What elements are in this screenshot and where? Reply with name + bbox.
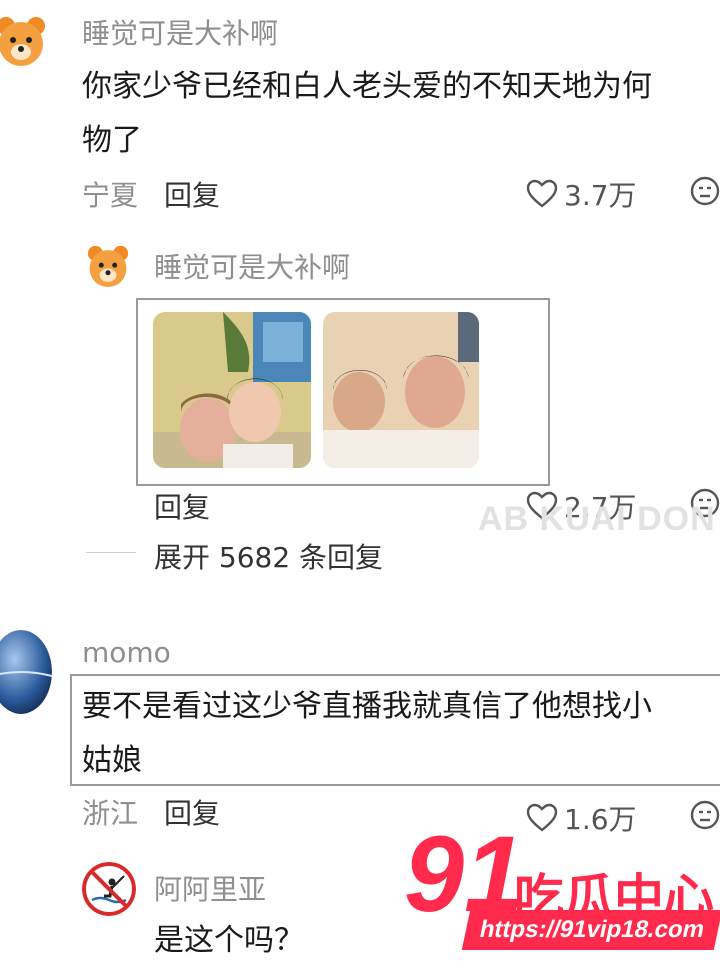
dislike-icon[interactable]: [690, 800, 720, 830]
watermark: AB KUAI DON: [478, 500, 716, 538]
no-fishing-icon: [82, 862, 136, 916]
like-button[interactable]: 3.7万: [526, 174, 637, 214]
planet-icon: [0, 630, 52, 714]
photo-thumbnail[interactable]: [323, 312, 479, 468]
comment-text-line: 物了: [82, 123, 142, 158]
comment-location: 宁夏: [82, 179, 139, 212]
comment-text-line: 你家少爷已经和白人老头爱的不知天地为何: [82, 69, 652, 104]
expand-divider: [86, 552, 136, 553]
reply-button[interactable]: 回复: [164, 174, 220, 214]
comment-avatar[interactable]: [0, 10, 52, 72]
reply-avatar[interactable]: [82, 862, 136, 916]
expand-replies-button[interactable]: 展开 5682 条回复: [154, 536, 383, 576]
comment-username[interactable]: 睡觉可是大补啊: [82, 12, 278, 52]
comment-text-line: 要不是看过这少爷直播我就真信了他想找小: [82, 689, 652, 724]
bear-icon: [0, 17, 45, 66]
comment-location: 浙江: [82, 797, 139, 830]
heart-icon: [526, 179, 558, 208]
like-button[interactable]: 1.6万: [526, 798, 637, 838]
bear-icon: [87, 245, 129, 287]
reply-avatar[interactable]: [82, 240, 134, 292]
comment-username[interactable]: momo: [82, 636, 171, 669]
like-count: 1.6万: [564, 803, 637, 836]
dislike-icon[interactable]: [690, 176, 720, 206]
reply-button[interactable]: 回复: [154, 486, 210, 526]
comment-text-line: 姑娘: [82, 743, 142, 778]
heart-icon: [526, 803, 558, 832]
photo-thumbnail[interactable]: [153, 312, 311, 468]
comment-avatar[interactable]: [0, 630, 52, 714]
reply-button[interactable]: 回复: [164, 792, 220, 832]
comment-text: 你家少爷已经和白人老头爱的不知天地为何 物了: [82, 60, 712, 168]
like-count: 3.7万: [564, 179, 637, 212]
reply-username[interactable]: 睡觉可是大补啊: [154, 246, 350, 286]
comment-text: 要不是看过这少爷直播我就真信了他想找小 姑娘: [82, 680, 712, 788]
reply-username[interactable]: 阿阿里亚: [154, 868, 266, 908]
logo-url: https://91vip18.com: [461, 910, 720, 950]
